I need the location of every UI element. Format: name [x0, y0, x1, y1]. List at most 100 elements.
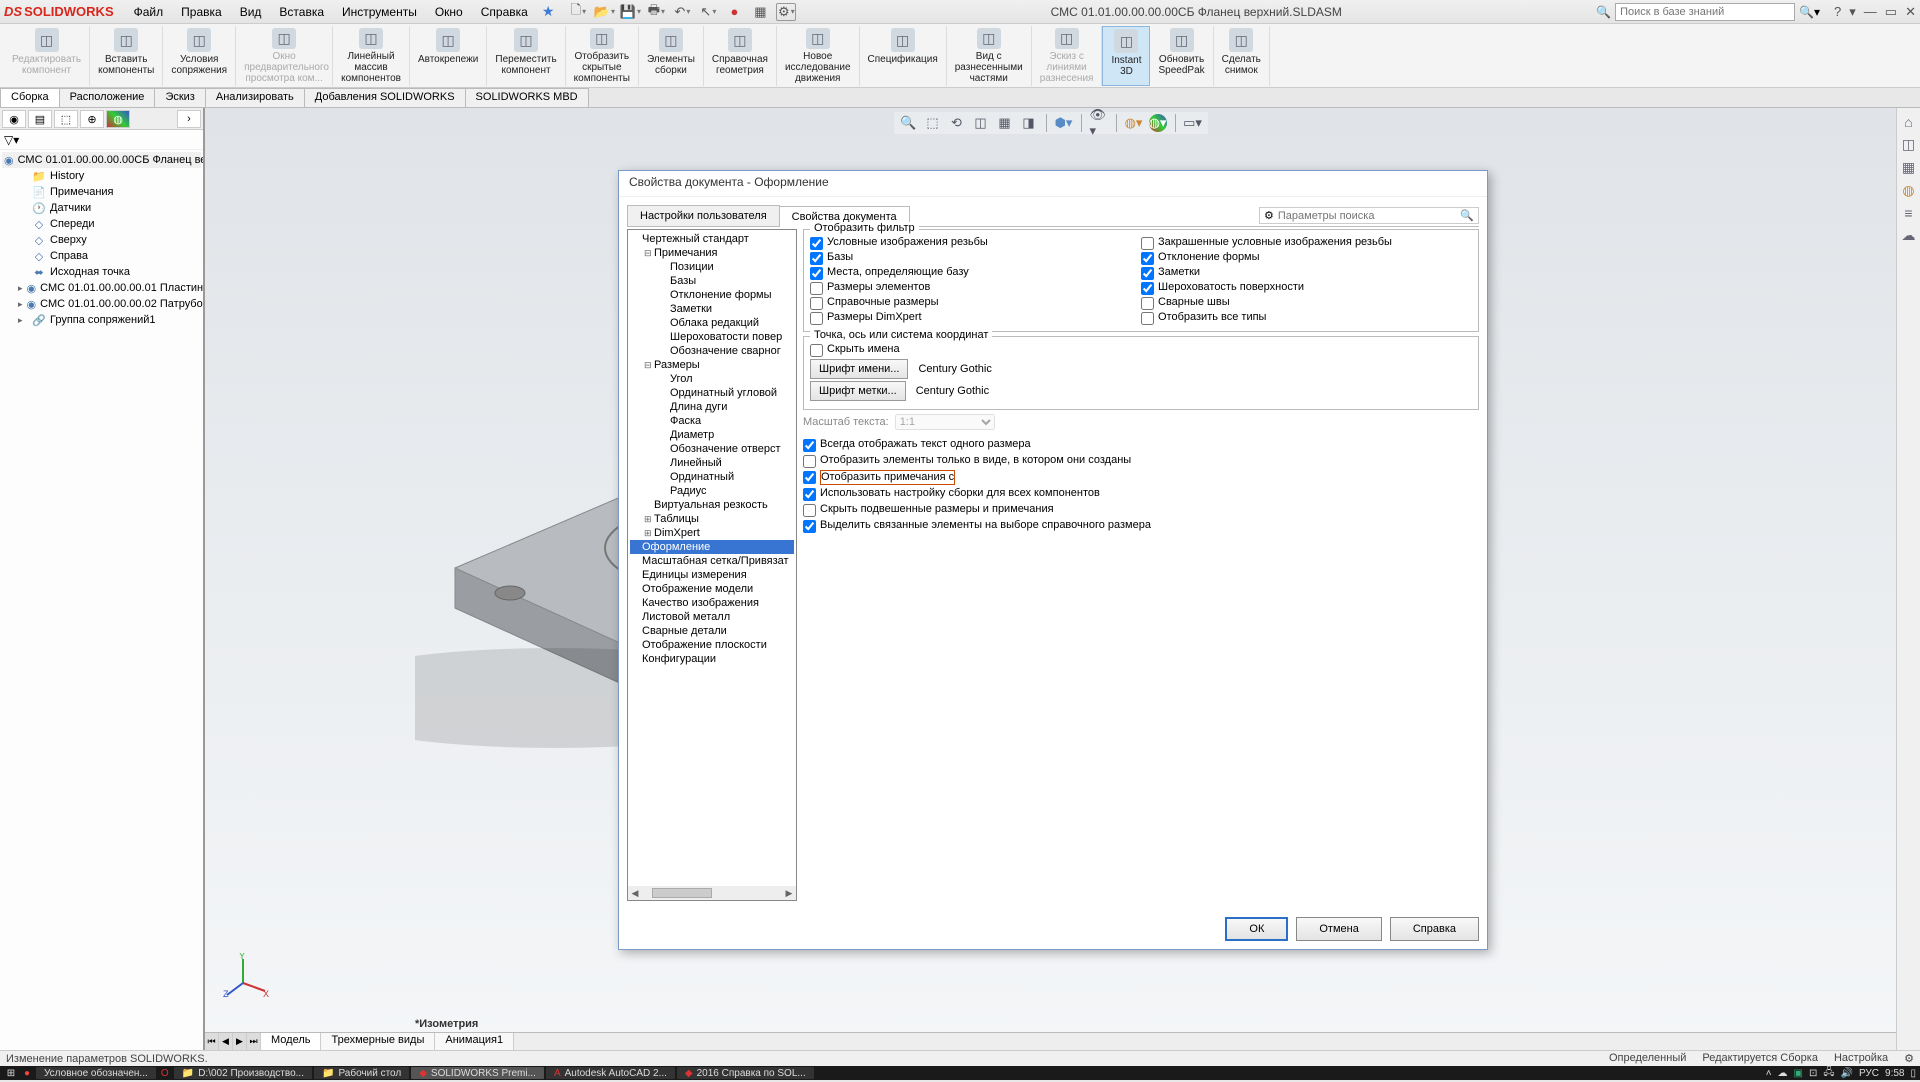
- dlg-tree-item[interactable]: Фаска: [630, 414, 794, 428]
- scene-icon[interactable]: ◍▾: [1149, 114, 1167, 132]
- dlg-tree-item[interactable]: Диаметр: [630, 428, 794, 442]
- filter-checkbox[interactable]: [1141, 237, 1154, 250]
- ribbon-command[interactable]: ◫Вид сразнесеннымичастями: [947, 26, 1032, 86]
- filter-checkbox[interactable]: [810, 237, 823, 250]
- dlg-tree-item[interactable]: Радиус: [630, 484, 794, 498]
- dlg-tree-item[interactable]: Листовой металл: [630, 610, 794, 624]
- dlg-tree-item[interactable]: ⊞Таблицы: [630, 512, 794, 526]
- fm-tab-1[interactable]: ◉: [2, 110, 26, 128]
- ribbon-command[interactable]: ◫Автокрепежи: [410, 26, 487, 86]
- tray-notif-icon[interactable]: ▯: [1910, 1068, 1916, 1079]
- dialog-nav-tree[interactable]: Чертежный стандарт⊟ПримечанияПозицииБазы…: [627, 229, 797, 901]
- filter-checkbox[interactable]: [810, 312, 823, 325]
- rebuild-icon[interactable]: ●: [724, 3, 744, 21]
- filter-row[interactable]: ▽▾: [0, 130, 203, 150]
- status-customize[interactable]: Настройка: [1834, 1052, 1888, 1065]
- taskpane-appear-icon[interactable]: ◍: [1902, 182, 1914, 199]
- menu-view[interactable]: Вид: [232, 3, 270, 21]
- restore-icon[interactable]: ▭: [1885, 4, 1897, 20]
- dialog-search-input[interactable]: [1278, 210, 1456, 222]
- taskpane-props-icon[interactable]: ▦: [1902, 159, 1915, 176]
- tree-item[interactable]: ▸◉СМС 01.01.00.00.00.01 Пластина верхне: [2, 280, 201, 296]
- option-checkbox[interactable]: [803, 520, 816, 533]
- vtab-prev-icon[interactable]: ◀: [219, 1033, 233, 1050]
- fm-tab-4[interactable]: ⊕: [80, 110, 104, 128]
- dlg-tree-hscroll[interactable]: ◀ ▶: [628, 886, 796, 900]
- ribbon-command[interactable]: ◫Спецификация: [860, 26, 947, 86]
- dlg-tree-item[interactable]: Отклонение формы: [630, 288, 794, 302]
- dlg-tree-item[interactable]: Масштабная сетка/Привязат: [630, 554, 794, 568]
- dlg-tree-item[interactable]: Позиции: [630, 260, 794, 274]
- taskpane-home-icon[interactable]: ⌂: [1904, 114, 1912, 130]
- filter-checkbox[interactable]: [1141, 267, 1154, 280]
- ribbon-command[interactable]: ◫ОбновитьSpeedPak: [1150, 26, 1213, 86]
- open-doc-icon[interactable]: 📂: [594, 3, 614, 21]
- tray-cloud-icon[interactable]: ☁: [1778, 1068, 1788, 1079]
- taskbar-item[interactable]: ◆SOLIDWORKS Premi...: [411, 1067, 544, 1079]
- option-checkbox[interactable]: [803, 504, 816, 517]
- search-dropdown-icon[interactable]: 🔍▾: [1799, 5, 1820, 19]
- tree-item[interactable]: ▸◉СМС 01.01.00.00.00.02 Патрубок<1> (По: [2, 296, 201, 312]
- taskpane-design-icon[interactable]: ◫: [1902, 136, 1915, 153]
- section-icon[interactable]: ◫: [972, 114, 990, 132]
- font-name-button[interactable]: Шрифт имени...: [810, 359, 908, 379]
- status-gear-icon[interactable]: ⚙: [1904, 1052, 1914, 1065]
- vtab-first-icon[interactable]: ⏮: [205, 1033, 219, 1050]
- filter-checkbox[interactable]: [1141, 297, 1154, 310]
- tree-item[interactable]: 🕐Датчики: [2, 200, 201, 216]
- filter-checkbox[interactable]: [810, 282, 823, 295]
- fm-tab-3[interactable]: ⬚: [54, 110, 78, 128]
- filter-checkbox[interactable]: [810, 252, 823, 265]
- dlg-tree-item[interactable]: Шероховатости повер: [630, 330, 794, 344]
- ribbon-command[interactable]: ◫Вставитькомпоненты: [90, 26, 163, 86]
- ribbon-command[interactable]: ◫Редактироватькомпонент: [4, 26, 90, 86]
- ribbon-command[interactable]: ◫Сделатьснимок: [1214, 26, 1270, 86]
- filter-checkbox[interactable]: [1141, 282, 1154, 295]
- menu-help[interactable]: Справка: [473, 3, 536, 21]
- appearance-icon[interactable]: ◍▾: [1125, 114, 1143, 132]
- taskpane-forum-icon[interactable]: ☁: [1902, 227, 1916, 244]
- ok-button[interactable]: ОК: [1225, 917, 1288, 941]
- dlg-tree-item[interactable]: Обозначение отверст: [630, 442, 794, 456]
- font-label-button[interactable]: Шрифт метки...: [810, 381, 906, 401]
- help-button[interactable]: Справка: [1390, 917, 1479, 941]
- taskbar-item[interactable]: Условное обозначен...: [36, 1067, 156, 1079]
- ribbon-command[interactable]: ◫Линейныймассивкомпонентов: [333, 26, 410, 86]
- tray-vol-icon[interactable]: 🔊: [1841, 1068, 1853, 1079]
- command-tab[interactable]: SOLIDWORKS MBD: [465, 88, 589, 107]
- print-icon[interactable]: 🖶: [646, 3, 666, 21]
- zoom-area-icon[interactable]: ⬚: [924, 114, 942, 132]
- close-icon[interactable]: ✕: [1905, 4, 1916, 20]
- command-tab[interactable]: Сборка: [0, 88, 60, 107]
- fm-tab-2[interactable]: ▤: [28, 110, 52, 128]
- save-icon[interactable]: 💾: [620, 3, 640, 21]
- orient-icon[interactable]: ◨: [1020, 114, 1038, 132]
- dlg-tree-item[interactable]: Отображение модели: [630, 582, 794, 596]
- select-icon[interactable]: ↖: [698, 3, 718, 21]
- help-icon[interactable]: ?: [1834, 4, 1841, 20]
- ribbon-command[interactable]: ◫Условиясопряжения: [163, 26, 236, 86]
- menu-edit[interactable]: Правка: [173, 3, 230, 21]
- ribbon-command[interactable]: ◫Окнопредварительногопросмотра ком...: [236, 26, 333, 86]
- command-tab[interactable]: Анализировать: [205, 88, 305, 107]
- vtab-next-icon[interactable]: ▶: [233, 1033, 247, 1050]
- dlg-tree-item[interactable]: Сварные детали: [630, 624, 794, 638]
- filter-checkbox[interactable]: [1141, 252, 1154, 265]
- scroll-right-icon[interactable]: ▶: [782, 888, 796, 899]
- tree-item[interactable]: ◇Спереди: [2, 216, 201, 232]
- dlg-tree-item[interactable]: Виртуальная резкость: [630, 498, 794, 512]
- tree-item[interactable]: 📁History: [2, 168, 201, 184]
- option-checkbox[interactable]: [803, 471, 816, 484]
- tree-item[interactable]: ◇Справа: [2, 248, 201, 264]
- ribbon-command[interactable]: ◫Instant3D: [1102, 26, 1150, 86]
- scroll-left-icon[interactable]: ◀: [628, 888, 642, 899]
- hide-names-checkbox[interactable]: [810, 344, 823, 357]
- dlg-tree-item[interactable]: ⊟Размеры: [630, 358, 794, 372]
- dlg-tree-item[interactable]: Единицы измерения: [630, 568, 794, 582]
- dlg-tree-item[interactable]: ⊟Примечания: [630, 246, 794, 260]
- tray-shield-icon[interactable]: ⊡: [1809, 1068, 1817, 1079]
- display-icon[interactable]: ▦: [996, 114, 1014, 132]
- tree-item[interactable]: ▸🔗Группа сопряжений1: [2, 312, 201, 328]
- option-checkbox[interactable]: [803, 488, 816, 501]
- command-tab[interactable]: Расположение: [59, 88, 156, 107]
